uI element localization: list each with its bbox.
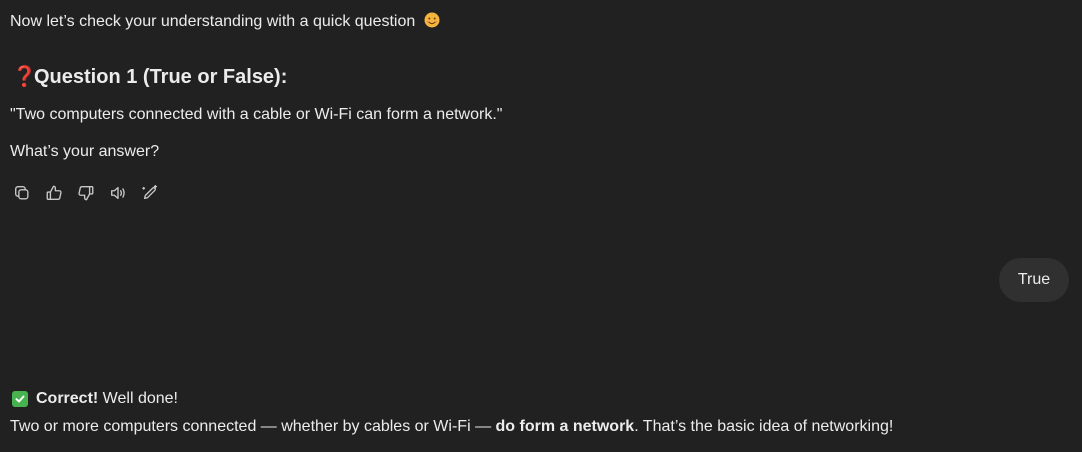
question-mark-icon: ❓: [12, 66, 37, 88]
assistant-intro: Now let’s check your understanding with …: [10, 11, 440, 33]
explanation-part1: Two or more computers connected — whethe…: [10, 418, 496, 435]
question-statement: "Two computers connected with a cable or…: [10, 106, 503, 123]
correct-rest: Well done!: [98, 390, 178, 407]
thumbs-up-icon: [46, 185, 62, 200]
read-aloud-button[interactable]: [102, 180, 134, 206]
good-response-button[interactable]: [38, 180, 70, 206]
check-mark-icon: [12, 391, 28, 407]
correct-label: Correct!: [36, 390, 99, 407]
copy-button[interactable]: [6, 180, 38, 206]
question-prompt: What’s your answer?: [10, 143, 160, 160]
smiling-face-icon: [424, 12, 440, 28]
speaker-icon: [111, 186, 125, 200]
user-message-bubble: True: [999, 258, 1069, 302]
correct-feedback: Correct! Well done!: [12, 388, 178, 410]
copy-icon: [15, 186, 29, 200]
question-title: ❓ Question 1 (True or False):: [12, 64, 287, 90]
thumbs-down-icon: [78, 186, 94, 201]
explanation-bold: do form a network: [495, 418, 635, 435]
intro-text: Now let’s check your understanding with …: [10, 13, 416, 30]
explanation: Two or more computers connected — whethe…: [10, 416, 893, 438]
message-actions: [6, 180, 166, 206]
edit-pen-icon: [142, 184, 158, 200]
bad-response-button[interactable]: [70, 180, 102, 206]
explanation-part2: . That’s the basic idea of networking!: [634, 418, 894, 435]
user-message-text: True: [1017, 271, 1051, 288]
edit-button[interactable]: [134, 180, 166, 206]
question-title-text: Question 1 (True or False):: [34, 66, 288, 88]
